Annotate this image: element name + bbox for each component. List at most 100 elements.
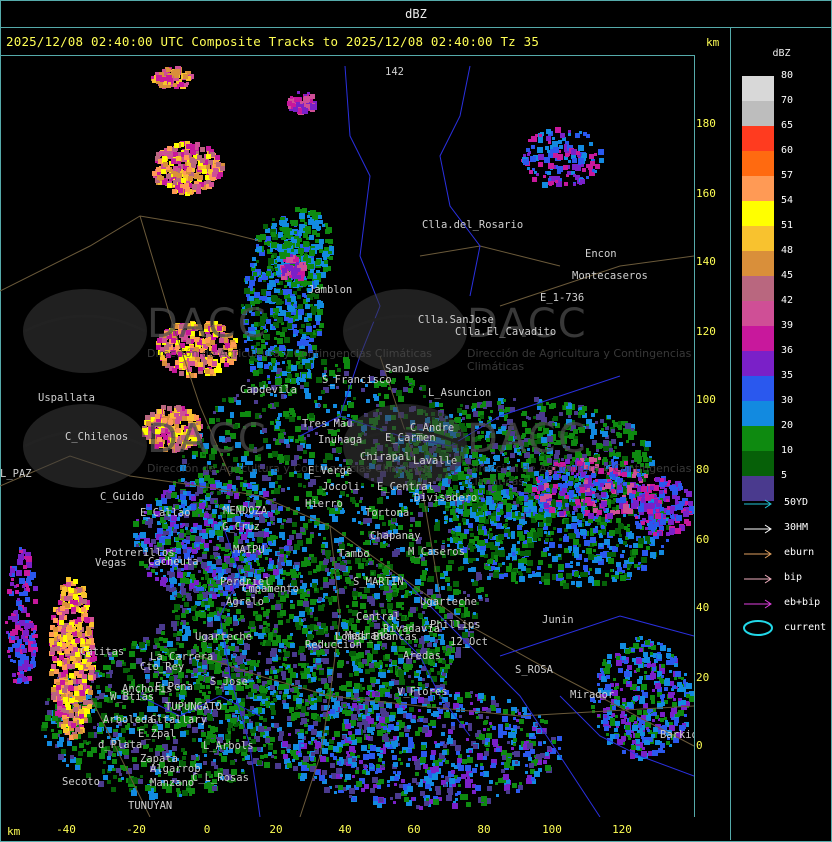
echo-pixel <box>185 610 189 614</box>
echo-pixel <box>376 764 380 768</box>
echo-pixel <box>182 625 186 629</box>
echo-pixel <box>164 746 168 750</box>
echo-pixel <box>400 547 405 552</box>
echo-pixel <box>398 758 401 761</box>
echo-pixel <box>300 516 305 521</box>
echo-pixel <box>292 530 296 534</box>
echo-pixel <box>367 685 372 690</box>
echo-pixel <box>315 745 319 749</box>
echo-pixel <box>421 751 427 757</box>
echo-pixel <box>472 768 477 773</box>
echo-pixel <box>334 625 338 629</box>
echo-pixel <box>385 692 390 697</box>
echo-pixel <box>603 423 607 427</box>
echo-pixel <box>381 765 384 768</box>
echo-pixel <box>645 441 651 447</box>
echo-pixel <box>467 776 470 779</box>
echo-pixel <box>278 657 281 660</box>
echo-pixel <box>339 686 343 690</box>
echo-pixel <box>347 737 351 741</box>
echo-pixel <box>391 380 395 384</box>
echo-pixel <box>311 557 317 563</box>
echo-pixel <box>307 591 310 594</box>
echo-pixel <box>463 462 466 465</box>
echo-pixel <box>445 760 449 764</box>
echo-pixel <box>335 364 338 367</box>
echo-pixel <box>366 560 369 563</box>
echo-pixel <box>161 631 165 635</box>
echo-pixel <box>349 746 355 752</box>
echo-pixel <box>448 735 451 738</box>
echo-pixel <box>364 784 369 789</box>
echo-pixel <box>186 622 189 625</box>
echo-pixel <box>384 737 389 742</box>
echo-pixel <box>47 741 52 746</box>
echo-pixel <box>208 619 211 622</box>
echo-pixel <box>583 565 588 570</box>
echo-pixel <box>360 497 363 500</box>
echo-pixel <box>289 614 294 619</box>
echo-pixel <box>339 537 344 542</box>
echo-pixel <box>462 518 466 522</box>
radar-map[interactable]: DACC Dirección de Agricultura y Contingen… <box>0 55 695 817</box>
echo-pixel <box>464 529 469 534</box>
echo-pixel <box>506 790 510 794</box>
echo-pixel <box>330 753 334 757</box>
echo-pixel <box>369 763 373 767</box>
echo-pixel <box>505 523 508 526</box>
echo-pixel <box>594 409 598 413</box>
echo-pixel <box>381 711 387 717</box>
echo-pixel <box>249 621 255 627</box>
echo-pixel <box>395 704 399 708</box>
echo-pixel <box>468 723 472 727</box>
echo-pixel <box>354 683 360 689</box>
echo-pixel <box>300 575 303 578</box>
echo-pixel <box>572 534 576 538</box>
echo-pixel <box>241 698 245 702</box>
echo-pixel <box>429 400 432 403</box>
echo-pixel <box>333 746 339 752</box>
echo-pixel <box>263 621 267 625</box>
echo-pixel <box>278 736 283 741</box>
echo-pixel <box>302 547 307 552</box>
echo-pixel <box>408 388 413 393</box>
echo-pixel <box>471 579 474 582</box>
echo-pixel <box>310 615 313 618</box>
echo-pixel <box>287 487 290 490</box>
echo-pixel <box>518 563 524 569</box>
echo-pixel <box>290 439 293 442</box>
echo-pixel <box>335 785 338 788</box>
echo-pixel <box>314 525 317 528</box>
echo-pixel <box>319 524 325 530</box>
echo-pixel <box>346 751 349 754</box>
echo-pixel <box>582 550 585 553</box>
echo-pixel <box>351 714 357 720</box>
echo-pixel <box>129 728 135 734</box>
echo-pixel <box>483 721 487 725</box>
echo-pixel <box>306 444 311 449</box>
echo-pixel <box>278 649 281 652</box>
echo-pixel <box>445 664 450 669</box>
echo-pixel <box>491 566 495 570</box>
echo-pixel <box>439 702 442 705</box>
echo-pixel <box>510 766 514 770</box>
echo-pixel <box>314 400 317 403</box>
echo-pixel <box>591 429 597 435</box>
echo-pixel <box>300 776 305 781</box>
echo-pixel <box>394 776 399 781</box>
echo-pixel <box>309 452 315 458</box>
echo-pixel <box>355 729 361 735</box>
echo-pixel <box>345 577 350 582</box>
echo-pixel <box>603 440 609 446</box>
echo-pixel <box>380 603 384 607</box>
echo-pixel <box>524 502 528 506</box>
echo-pixel <box>487 511 491 515</box>
echo-pixel <box>353 588 356 591</box>
echo-pixel <box>207 608 210 611</box>
echo-pixel <box>362 594 367 599</box>
echo-pixel <box>473 558 476 561</box>
echo-pixel <box>299 456 302 459</box>
echo-pixel <box>458 784 461 787</box>
echo-pixel <box>276 421 281 426</box>
echo-pixel <box>610 569 613 572</box>
